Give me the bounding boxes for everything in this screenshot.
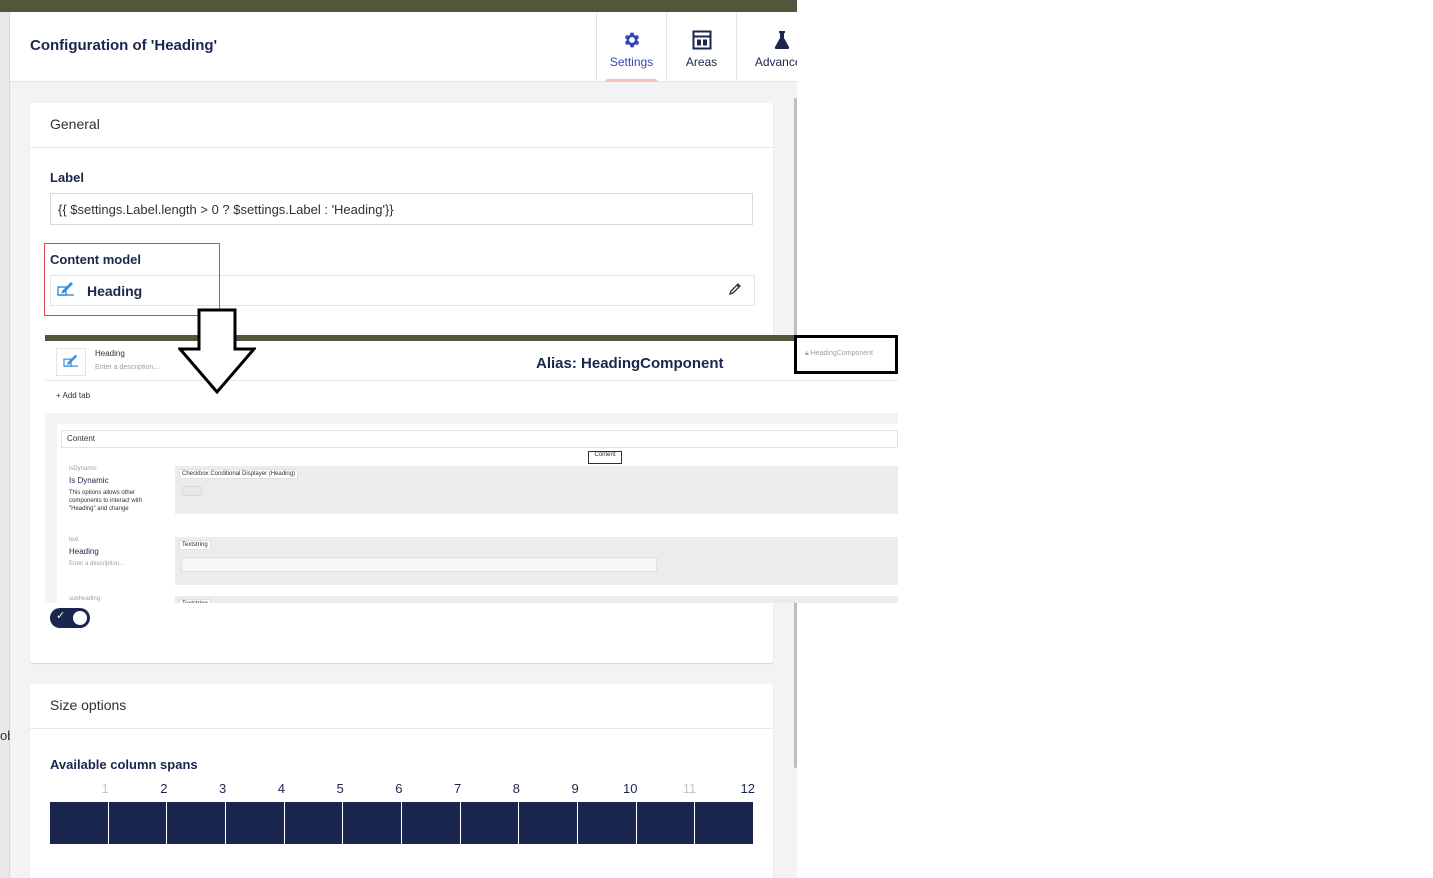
check-icon: ✓ — [56, 610, 66, 622]
top-strip — [0, 0, 797, 12]
panel-header: Configuration of 'Heading' Settings Area… — [10, 12, 797, 82]
content-model-label: Content model — [50, 252, 141, 267]
column-span-number: 2 — [160, 781, 168, 796]
property-alias: text — [69, 537, 79, 543]
tab-advanced-label: Advanced — [754, 55, 797, 69]
backdrop-overlay[interactable]: ob — [0, 12, 10, 878]
general-section-title: General — [30, 103, 773, 148]
column-spans-label: Available column spans — [50, 757, 198, 772]
column-span-cell[interactable] — [578, 802, 637, 844]
property-editor[interactable]: Textstring — [175, 596, 898, 603]
property-alias: subheading — [69, 596, 101, 602]
property-description: Enter a description... — [69, 561, 125, 567]
property-editor[interactable]: Textstring — [175, 537, 898, 585]
screenshot-stage: ob Configuration of 'Heading' Settings A… — [0, 0, 1433, 878]
label-field-label: Label — [50, 170, 84, 185]
content-model-picker[interactable]: Heading — [50, 275, 755, 306]
property-is-dynamic: isDynamic Is Dynamic This options allows… — [69, 466, 159, 513]
tab-areas[interactable]: Areas — [666, 12, 736, 82]
column-span-bar — [50, 802, 756, 844]
page-title: Configuration of 'Heading' — [30, 37, 218, 54]
property-name: Is Dynamic — [69, 476, 109, 485]
general-toggle[interactable]: ✓ — [50, 608, 90, 628]
column-span-number: 8 — [512, 781, 520, 796]
column-span-number: 9 — [571, 781, 579, 796]
doc-type-description[interactable]: Enter a description... — [95, 364, 159, 371]
doc-type-header: Heading Enter a description... — [45, 343, 898, 381]
column-span-cell[interactable] — [519, 802, 579, 844]
column-span-cell[interactable] — [167, 802, 227, 844]
content-group: Content Content isDynamic Is Dynamic Thi… — [57, 424, 898, 603]
property-name: Heading — [69, 547, 99, 556]
tab-bar: Settings Areas Advanced — [596, 12, 797, 82]
column-span-number: 12 — [740, 781, 755, 796]
doc-type-icon-button[interactable] — [56, 348, 86, 376]
group-name[interactable]: Content — [61, 430, 898, 448]
doc-type-screenshot-overlay: Heading Enter a description... Alias: He… — [45, 335, 898, 603]
down-arrow-annotation — [178, 308, 256, 394]
mini-input[interactable] — [181, 557, 657, 572]
column-span-number: 5 — [336, 781, 344, 796]
tab-advanced[interactable]: Advanced — [736, 12, 797, 82]
pencil-icon[interactable] — [728, 282, 742, 301]
overlay-top-line — [45, 335, 898, 341]
edit-doc-icon — [57, 280, 75, 301]
lock-icon: 🔒︎ — [805, 350, 809, 357]
column-span-number: 3 — [219, 781, 227, 796]
flask-icon — [771, 29, 793, 51]
column-span-cell[interactable] — [402, 802, 461, 844]
alias-annotation: Alias: HeadingComponent — [536, 355, 724, 372]
alias-box: 🔒︎ HeadingComponent — [794, 335, 898, 374]
column-span-numbers: 1 2 3 4 5 6 7 8 9 10 11 12 — [50, 781, 755, 797]
column-span-cell[interactable] — [50, 802, 109, 844]
gear-icon — [621, 29, 643, 51]
column-span-number: 7 — [454, 781, 462, 796]
edit-doc-icon — [63, 353, 79, 372]
toggle-knob — [73, 611, 87, 625]
content-model-name: Heading — [87, 282, 143, 299]
property-alias: isDynamic — [69, 466, 97, 472]
alias-value: 🔒︎ HeadingComponent — [805, 350, 873, 358]
property-subheading: subheading — [69, 596, 159, 602]
column-span-cell[interactable] — [109, 802, 168, 844]
column-span-cell[interactable] — [226, 802, 285, 844]
layout-icon — [691, 29, 713, 51]
tab-areas-label: Areas — [685, 55, 718, 69]
property-editor[interactable]: Checkbox Conditional Displayer (Heading) — [175, 466, 898, 514]
editor-name: Textstring — [179, 540, 211, 550]
column-span-cell[interactable] — [461, 802, 520, 844]
column-span-number: 6 — [395, 781, 403, 796]
column-span-number: 4 — [277, 781, 285, 796]
tooltip: Content — [588, 451, 622, 464]
property-description: This options allows other components to … — [69, 490, 143, 512]
column-span-cell[interactable] — [285, 802, 344, 844]
label-input[interactable] — [50, 193, 753, 225]
editor-name: Checkbox Conditional Displayer (Heading) — [179, 469, 299, 479]
column-span-cell[interactable] — [637, 802, 696, 844]
doc-type-name[interactable]: Heading — [95, 349, 125, 358]
mini-toggle[interactable] — [181, 486, 203, 496]
editor-name: Textstring — [179, 599, 211, 603]
size-options-section: Size options Available column spans 1234… — [30, 684, 773, 878]
property-heading: text Heading Enter a description... — [69, 537, 159, 568]
column-span-number: 1 — [101, 781, 109, 796]
column-span-number: 10 — [623, 781, 638, 796]
column-span-cell[interactable] — [343, 802, 403, 844]
column-span-number: 11 — [682, 781, 697, 796]
column-span-cell[interactable] — [695, 802, 756, 844]
alias-text: HeadingComponent — [810, 350, 873, 357]
add-tab-button[interactable]: + Add tab — [56, 391, 90, 400]
size-options-title: Size options — [30, 684, 773, 729]
tab-settings[interactable]: Settings — [596, 12, 666, 82]
tab-settings-label: Settings — [609, 55, 654, 69]
backdrop-text: ob — [0, 728, 10, 743]
